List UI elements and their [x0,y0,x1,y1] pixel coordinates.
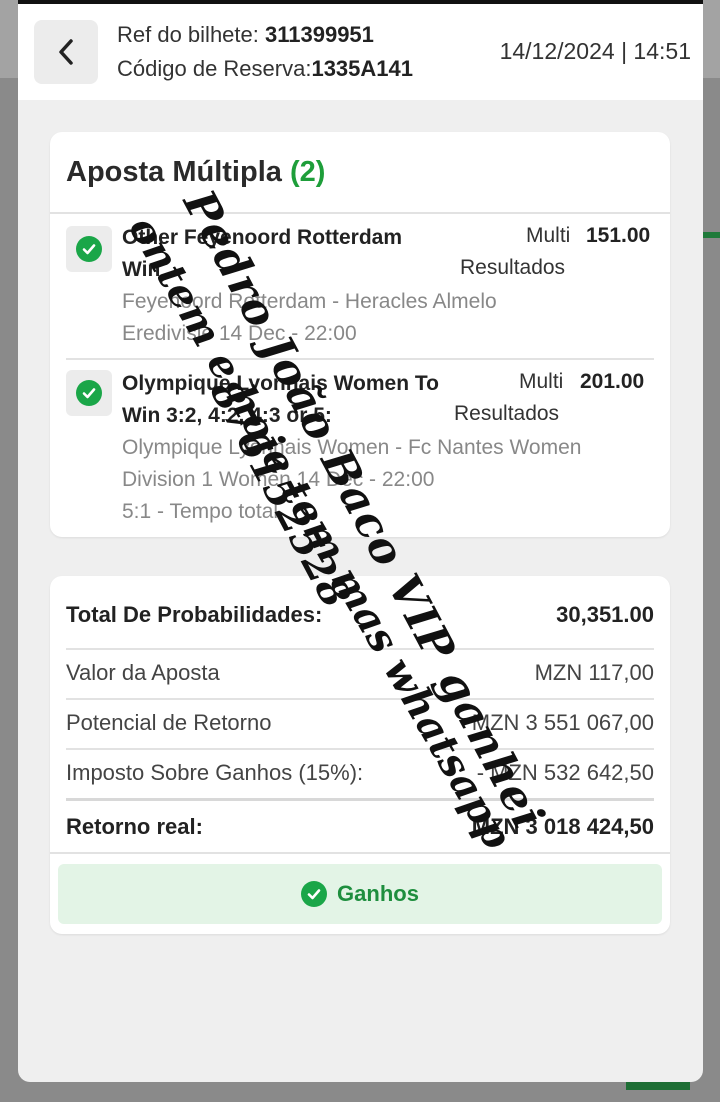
tax-label: Imposto Sobre Ganhos (15%): [66,760,364,785]
stake-label: Valor da Aposta [66,660,220,685]
selection-count: (2) [289,156,326,188]
reservation-code-value: 1335A141 [311,56,413,81]
bet-status-badge: Ganhos [58,864,662,924]
bet-type-title: Aposta Múltipla [66,156,282,188]
selection-odds: 151.00 [586,224,651,247]
summary-divider [66,698,654,700]
ticket-ref: Ref do bilhete: 311399951 [117,22,374,48]
ticket-ref-label: Ref do bilhete: [117,22,259,47]
card-title: Aposta Múltipla (2) [66,156,325,189]
selection-name-cont: Win [122,258,161,281]
selection-status [66,370,112,416]
ticket-header: Ref do bilhete: 311399951 Código de Rese… [18,4,703,100]
match-name: Feyenoord Rotterdam - Heracles Almelo [122,290,497,313]
league-time: Division 1 Women 14 Dec - 22:00 [122,468,435,491]
bet-selection[interactable]: Other Feyenoord Rotterdam Win Multi 151.… [50,214,670,358]
bet-summary-card: Total De Probabilidades: 30,351.00 Valor… [50,576,670,934]
check-circle-icon [76,380,102,406]
reservation-code-label: Código de Reserva: [117,56,312,81]
real-return-label: Retorno real: [66,814,203,839]
league-time: Eredivisie 14 Dec - 22:00 [122,322,357,345]
ticket-ref-value: 311399951 [265,22,374,47]
market-type: Multi [526,224,571,247]
background-accent [702,232,720,238]
real-return-value: MZN 3 018 424,50 [471,814,654,839]
total-odds-label: Total De Probabilidades: [66,602,323,627]
market-detail: 5:1 - Tempo total [122,500,279,523]
selection-status [66,226,112,272]
check-circle-icon [76,236,102,262]
tax-value: - MZN 532 642,50 [476,760,654,785]
ticket-detail-sheet: Ref do bilhete: 311399951 Código de Rese… [18,0,703,1082]
potential-return-value: MZN 3 551 067,00 [471,710,654,735]
summary-divider [66,748,654,750]
selection-name: Olympique Lyonnais Women To [122,372,439,395]
summary-divider [66,648,654,650]
multiple-bet-card: Aposta Múltipla (2) Other Feyenoord Rott… [50,132,670,537]
check-circle-icon [301,881,328,907]
summary-divider [50,852,670,854]
selection-odds: 201.00 [580,370,645,393]
bet-status-label: Ganhos [337,881,419,906]
selection-name-cont: Win 3:2, 4:2, 4:3 or 5: [122,404,332,427]
selection-name: Other Feyenoord Rotterdam [122,226,403,249]
chevron-left-icon [59,39,73,65]
summary-divider [66,798,654,801]
market-name: Resultados [460,256,566,279]
market-name: Resultados [454,402,560,425]
reservation-code: Código de Reserva:1335A141 [117,56,413,82]
market-type: Multi [519,370,564,393]
bet-selection[interactable]: Olympique Lyonnais Women To Win 3:2, 4:2… [50,360,670,530]
total-odds-value: 30,351.00 [556,602,654,627]
back-button[interactable] [34,20,98,84]
potential-return-label: Potencial de Retorno [66,710,272,735]
ticket-datetime: 14/12/2024 | 14:51 [499,38,691,64]
match-name: Olympique Lyonnais Women - Fc Nantes Wom… [122,436,582,459]
stake-value: MZN 117,00 [534,660,654,685]
